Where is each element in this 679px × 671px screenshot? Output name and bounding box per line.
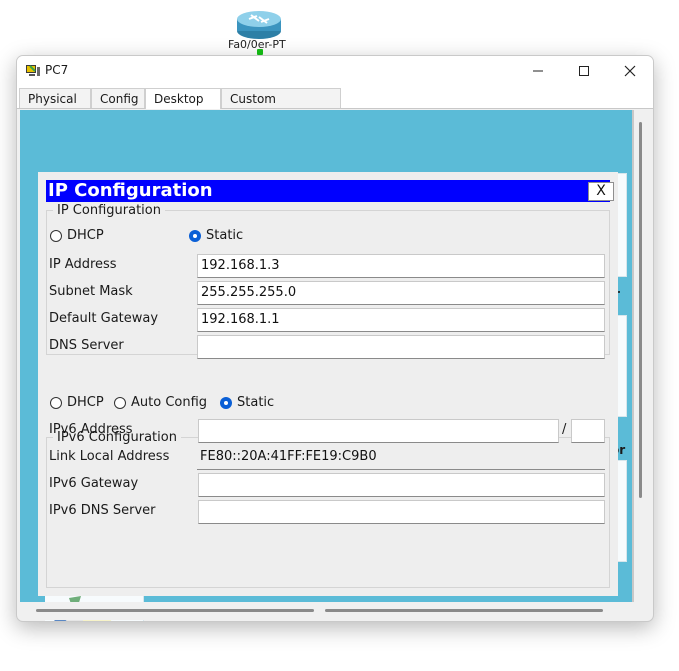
radio-checked-icon [189,229,201,242]
ipv6-address-label: IPv6 Address [49,422,133,437]
minimize-button[interactable] [515,56,561,86]
title-bar[interactable]: PC7 [17,56,653,86]
radio-unchecked-icon [50,396,62,409]
subnet-mask-field[interactable]: 255.255.255.0 [197,281,605,305]
default-gateway-field[interactable]: 192.168.1.1 [197,308,605,332]
horizontal-scroll-thumb[interactable] [36,609,314,612]
tab-config[interactable]: Config [91,88,145,108]
ipv6-gateway-field[interactable] [198,473,605,497]
dns-server-field[interactable] [197,335,605,359]
router-icon[interactable] [235,7,283,41]
close-window-button[interactable] [607,56,653,86]
radio-label: Static [206,228,244,243]
radio-label: DHCP [67,395,104,410]
dialog-header: IP Configuration X [46,180,614,202]
dns-server-label: DNS Server [49,338,124,353]
maximize-icon [579,66,589,76]
tab-bar: Physical Config Desktop Custom Interface [17,86,653,126]
subnet-mask-label: Subnet Mask [49,284,133,299]
default-gateway-label: Default Gateway [49,311,159,326]
ipv6-dns-server-field[interactable] [198,500,605,524]
ipv4-static-radio[interactable]: Static [189,228,243,243]
radio-unchecked-icon [50,229,62,242]
prefix-separator: / [562,422,567,437]
maximize-button[interactable] [561,56,607,86]
radio-checked-icon [220,396,232,409]
ipv6-gateway-label: IPv6 Gateway [49,476,139,491]
vertical-scrollbar[interactable] [634,110,650,620]
link-local-address-value: FE80::20A:41FF:FE19:C9B0 [197,446,605,470]
link-local-address-label: Link Local Address [49,449,170,464]
ipv6-auto-config-radio[interactable]: Auto Config [114,395,207,410]
tab-custom-interface[interactable]: Custom Interface [221,88,341,126]
ipv6-static-radio[interactable]: Static [220,395,274,410]
dialog-close-button[interactable]: X [588,182,614,201]
ipv6-dhcp-radio[interactable]: DHCP [50,395,104,410]
close-icon [624,65,636,77]
radio-label: DHCP [67,228,104,243]
ipv4-group-legend: IP Configuration [57,203,161,218]
pc-window: PC7 Physical Config Desktop Custom Inter… [16,55,654,622]
ip-address-field[interactable]: 192.168.1.3 [197,254,605,278]
minimize-icon [533,70,543,72]
horizontal-scroll-track [325,609,603,612]
dialog-title: IP Configuration [48,180,213,201]
radio-label: Auto Config [131,395,208,410]
ipv4-config-group: IP Configuration [46,203,610,355]
tab-desktop[interactable]: Desktop [145,88,221,109]
ipv6-address-field[interactable] [198,419,559,443]
ip-address-label: IP Address [49,257,117,272]
horizontal-scrollbar[interactable] [20,602,632,620]
ipv6-dns-server-label: IPv6 DNS Server [49,503,156,518]
ipv4-dhcp-radio[interactable]: DHCP [50,228,104,243]
radio-label: Static [237,395,275,410]
window-title: PC7 [45,63,69,77]
tab-physical[interactable]: Physical [19,88,91,108]
vertical-scroll-thumb[interactable] [639,122,642,498]
radio-unchecked-icon [114,396,126,409]
ip-configuration-dialog: IP Configuration X IP Configuration DHCP… [38,172,618,596]
pc-icon [26,65,40,76]
ipv6-prefix-length-field[interactable] [571,419,605,443]
desktop-area: r or l IP Configuration X IP Configurati [20,110,634,621]
